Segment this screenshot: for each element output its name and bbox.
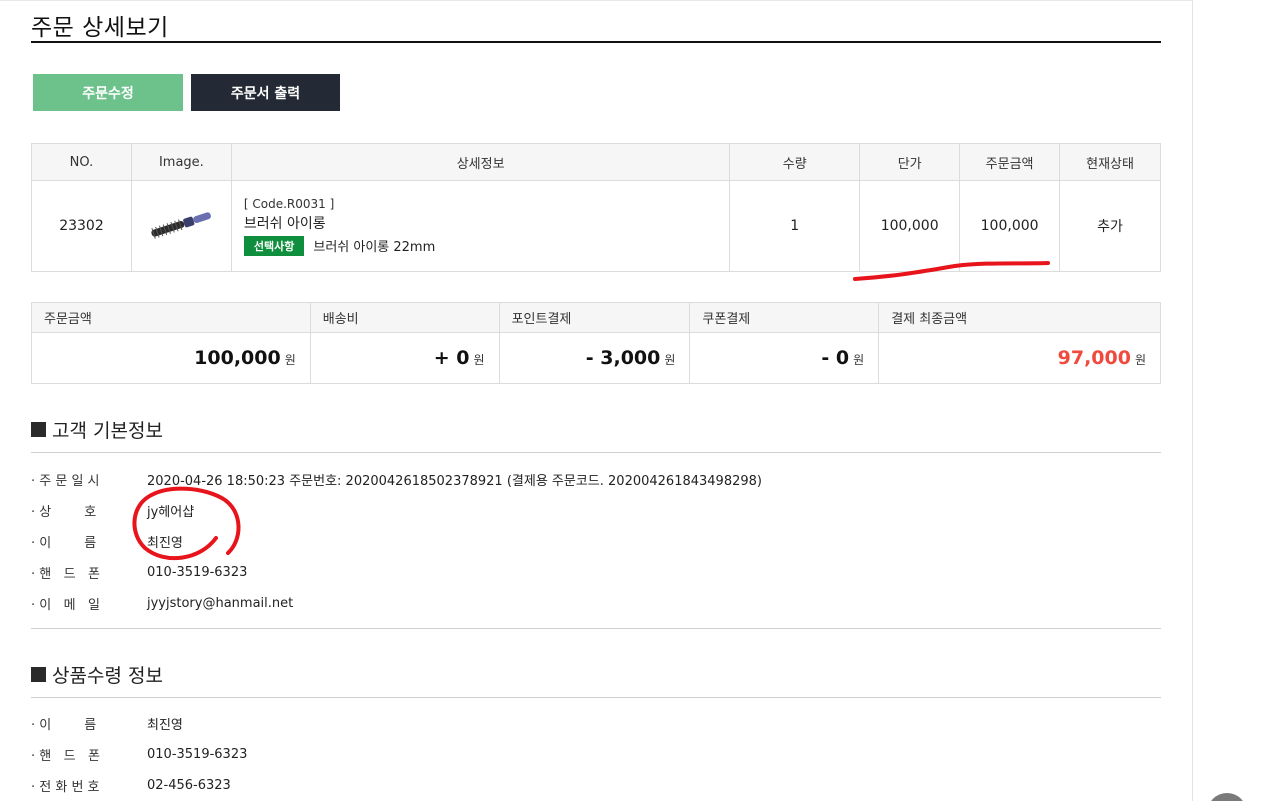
receiver-tel-row: · 전 화 번 호 02-456-6323 <box>31 777 231 795</box>
customer-order-date-row: · 주 문 일 시 2020-04-26 18:50:23 주문번호: 2020… <box>31 473 762 489</box>
customer-section-bottom-divider <box>31 628 1161 629</box>
customer-name-row: · 이 름 최진영 <box>31 535 183 551</box>
receiver-section-title: 상품수령 정보 <box>31 661 163 688</box>
scroll-to-top-button[interactable] <box>1207 793 1247 801</box>
order-status: 추가 <box>1059 180 1161 272</box>
summary-header-order-amount: 주문금액 <box>31 302 311 333</box>
edit-order-button[interactable]: 주문수정 <box>33 74 183 111</box>
customer-section-divider <box>31 452 1161 453</box>
header-image: Image. <box>130 143 232 181</box>
summary-shipping: + 0원 <box>309 332 500 384</box>
option-badge: 선택사항 <box>243 235 305 256</box>
summary-header-row: 주문금액 배송비 포인트결제 쿠폰결제 결제 최종금액 <box>31 302 1161 333</box>
receiver-name-row: · 이 름 최진영 <box>31 717 183 733</box>
product-detail-cell: [ Code.R0031 ] 브러쉬 아이롱 선택사항 브러쉬 아이롱 22mm <box>230 180 731 272</box>
product-image-cell[interactable] <box>130 180 232 272</box>
customer-section-title: 고객 기본정보 <box>31 416 163 443</box>
order-amount: 100,000 <box>959 180 1061 272</box>
summary-header-shipping: 배송비 <box>309 302 500 333</box>
summary-final-amount: 97,000 원 <box>878 332 1161 384</box>
quantity: 1 <box>729 180 861 272</box>
payment-summary-table: 주문금액 배송비 포인트결제 쿠폰결제 결제 최종금액 100,000 원 + 0… <box>31 302 1161 384</box>
receiver-section-divider <box>31 697 1161 698</box>
table-row: 23302 [Code.R0031] 브러쉬 아이롱 선택사항 브러쉬 아이… <box>31 180 1161 272</box>
unit-price: 100,000 <box>859 180 961 272</box>
table-header-row: NO. Image. 상세정보 수량 단가 주문금액 현재상태 <box>31 143 1161 181</box>
print-order-button[interactable]: 주문서 출력 <box>191 74 340 111</box>
header-no: NO. <box>31 143 132 181</box>
summary-value-row: 100,000 원 + 0원 - 3,000 원 - 0원 97,000 원 <box>31 332 1161 384</box>
summary-order-amount: 100,000 원 <box>31 332 311 384</box>
header-detail: 상세정보 <box>230 143 731 181</box>
product-image[interactable] <box>146 202 216 246</box>
summary-header-final: 결제 최종금액 <box>878 302 1161 333</box>
square-bullet-icon <box>31 422 46 437</box>
page-frame <box>0 0 1193 801</box>
title-divider <box>31 41 1161 43</box>
product-code: [ Code.R0031 ] <box>243 196 335 211</box>
receiver-phone-row: · 핸 드 폰 010-3519-6323 <box>31 746 248 764</box>
order-items-table: NO. Image. 상세정보 수량 단가 주문금액 현재상태 23302 [… <box>31 143 1161 272</box>
customer-phone-row: · 핸 드 폰 010-3519-6323 <box>31 564 248 582</box>
customer-email-row: · 이 메 일 jyyjstory@hanmail.net <box>31 595 294 613</box>
summary-header-points: 포인트결제 <box>498 302 691 333</box>
product-option: 선택사항 브러쉬 아이롱 22mm <box>243 235 729 256</box>
summary-coupon: - 0원 <box>689 332 880 384</box>
option-text: 브러쉬 아이롱 22mm <box>313 240 436 255</box>
header-order-amount: 주문금액 <box>959 143 1061 181</box>
summary-points: - 3,000 원 <box>498 332 691 384</box>
square-bullet-icon <box>31 667 46 682</box>
header-qty: 수량 <box>729 143 861 181</box>
summary-header-coupon: 쿠폰결제 <box>689 302 880 333</box>
header-status: 현재상태 <box>1059 143 1161 181</box>
order-no: 23302 <box>31 180 132 272</box>
header-unit-price: 단가 <box>859 143 961 181</box>
page-title: 주문 상세보기 <box>31 15 169 41</box>
customer-company-row: · 상 호 jy헤어샵 <box>31 504 195 520</box>
product-name[interactable]: 브러쉬 아이롱 <box>244 213 729 233</box>
